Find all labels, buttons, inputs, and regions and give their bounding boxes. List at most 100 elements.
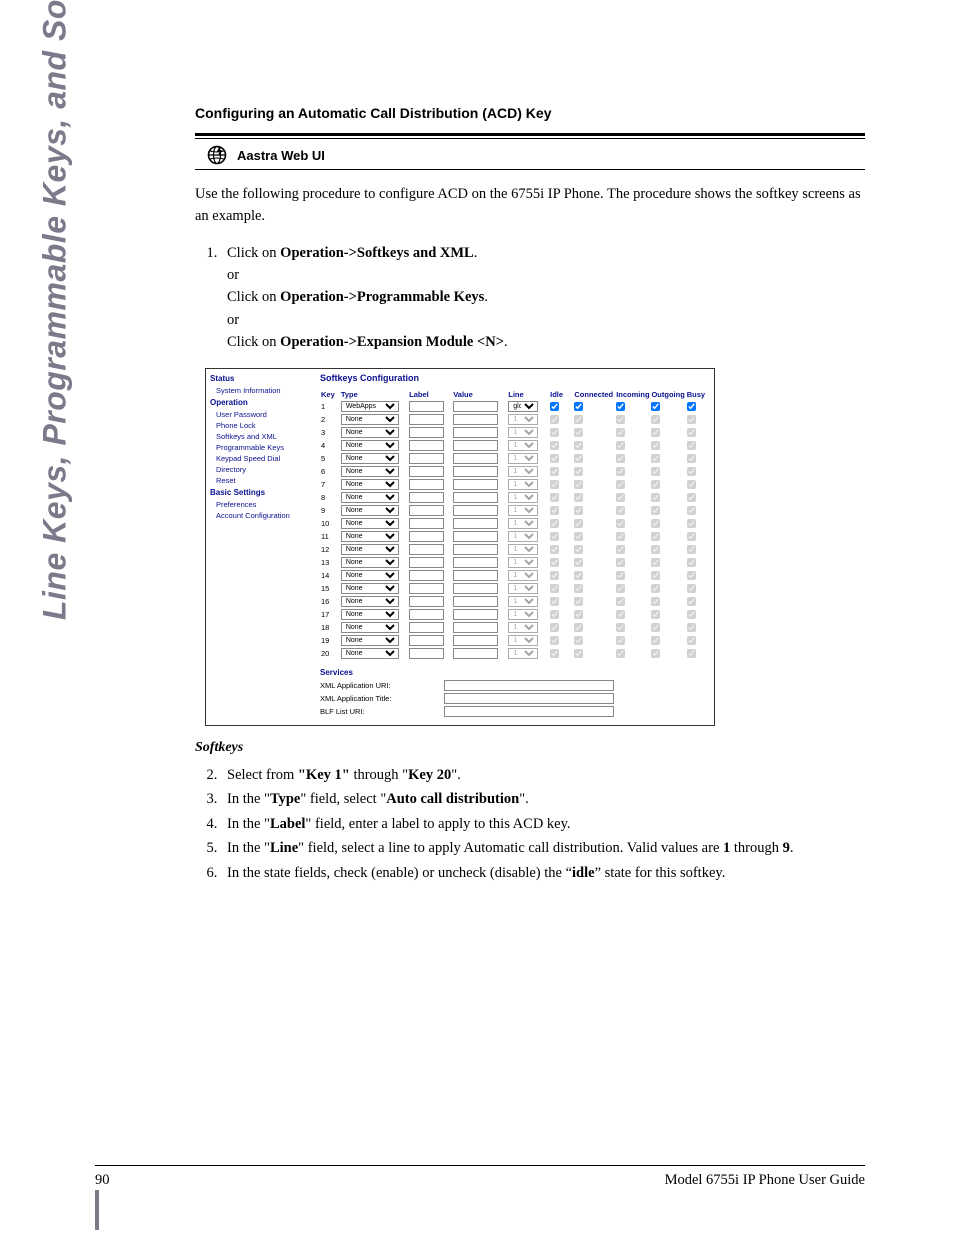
table-row: 14None1 [320, 569, 710, 582]
type-select[interactable]: None [341, 531, 399, 542]
connected-checkbox [574, 571, 583, 580]
connected-checkbox [574, 428, 583, 437]
type-select[interactable]: None [341, 505, 399, 516]
type-select[interactable]: None [341, 622, 399, 633]
value-input [453, 544, 498, 555]
key-cell: 7 [320, 478, 340, 491]
nav-link[interactable]: Softkeys and XML [210, 431, 316, 442]
line-select: 1 [508, 492, 538, 503]
type-select[interactable]: None [341, 466, 399, 477]
nav-link[interactable]: System Information [210, 385, 316, 396]
services-header: Services [320, 668, 710, 677]
label-input [409, 427, 444, 438]
table-row: 5None1 [320, 452, 710, 465]
connected-checkbox [574, 480, 583, 489]
outgoing-checkbox [651, 467, 660, 476]
outgoing-checkbox [651, 584, 660, 593]
line-select[interactable]: global [508, 401, 538, 412]
type-select[interactable]: None [341, 479, 399, 490]
busy-checkbox[interactable] [687, 402, 696, 411]
incoming-checkbox [616, 649, 625, 658]
nav-link[interactable]: Keypad Speed Dial [210, 453, 316, 464]
idle-checkbox [550, 623, 559, 632]
label-input [409, 479, 444, 490]
idle-checkbox [550, 519, 559, 528]
incoming-checkbox [616, 571, 625, 580]
line-select: 1 [508, 570, 538, 581]
nav-link[interactable]: Account Configuration [210, 510, 316, 521]
type-select[interactable]: None [341, 427, 399, 438]
type-select[interactable]: None [341, 492, 399, 503]
service-label: BLF List URI: [320, 707, 440, 716]
type-select[interactable]: WebApps [341, 401, 399, 412]
outgoing-checkbox [651, 506, 660, 515]
key-cell: 2 [320, 413, 340, 426]
connected-checkbox[interactable] [574, 402, 583, 411]
service-row: BLF List URI: [320, 706, 710, 717]
service-input[interactable] [444, 693, 614, 704]
table-row: 11None1 [320, 530, 710, 543]
type-select[interactable]: None [341, 648, 399, 659]
idle-checkbox [550, 493, 559, 502]
type-select[interactable]: None [341, 440, 399, 451]
type-select[interactable]: None [341, 635, 399, 646]
nav-link[interactable]: Directory [210, 464, 316, 475]
value-input [453, 518, 498, 529]
type-select[interactable]: None [341, 518, 399, 529]
busy-checkbox [687, 623, 696, 632]
table-row: 1WebAppsglobal [320, 400, 710, 413]
table-row: 13None1 [320, 556, 710, 569]
webui-main-title: Softkeys Configuration [320, 373, 710, 383]
service-input[interactable] [444, 706, 614, 717]
outgoing-checkbox [651, 649, 660, 658]
outgoing-checkbox [651, 454, 660, 463]
label-input [409, 635, 444, 646]
nav-link[interactable]: Phone Lock [210, 420, 316, 431]
type-select[interactable]: None [341, 583, 399, 594]
type-select[interactable]: None [341, 557, 399, 568]
rule-bottom [195, 169, 865, 170]
label-input[interactable] [409, 401, 444, 412]
webui-nav: Status System Information Operation User… [206, 369, 316, 725]
type-select[interactable]: None [341, 570, 399, 581]
type-select[interactable]: None [341, 609, 399, 620]
outgoing-checkbox [651, 415, 660, 424]
table-row: 16None1 [320, 595, 710, 608]
value-input[interactable] [453, 401, 498, 412]
incoming-checkbox [616, 623, 625, 632]
nav-link[interactable]: Programmable Keys [210, 442, 316, 453]
type-select[interactable]: None [341, 596, 399, 607]
type-select[interactable]: None [341, 544, 399, 555]
softkeys-subheading: Softkeys [195, 740, 865, 756]
softkeys-table: KeyTypeLabelValueLineIdleConnectedIncomi… [320, 389, 710, 660]
incoming-checkbox[interactable] [616, 402, 625, 411]
outgoing-checkbox [651, 636, 660, 645]
nav-operation-header: Operation [210, 398, 316, 407]
label-input [409, 570, 444, 581]
line-select: 1 [508, 453, 538, 464]
busy-checkbox [687, 480, 696, 489]
globe-icon [207, 145, 227, 165]
busy-checkbox [687, 415, 696, 424]
service-input[interactable] [444, 680, 614, 691]
idle-checkbox [550, 558, 559, 567]
type-select[interactable]: None [341, 453, 399, 464]
column-header: Type [340, 389, 408, 400]
nav-link[interactable]: Reset [210, 475, 316, 486]
step-3: In the "Type" field, select "Auto call d… [221, 788, 865, 810]
busy-checkbox [687, 493, 696, 502]
connected-checkbox [574, 636, 583, 645]
nav-link[interactable]: Preferences [210, 499, 316, 510]
outgoing-checkbox[interactable] [651, 402, 660, 411]
idle-checkbox[interactable] [550, 402, 559, 411]
key-cell: 8 [320, 491, 340, 504]
value-input [453, 505, 498, 516]
busy-checkbox [687, 506, 696, 515]
key-cell: 6 [320, 465, 340, 478]
nav-link[interactable]: User Password [210, 409, 316, 420]
connected-checkbox [574, 597, 583, 606]
table-row: 19None1 [320, 634, 710, 647]
value-input [453, 427, 498, 438]
type-select[interactable]: None [341, 414, 399, 425]
footer-title: Model 6755i IP Phone User Guide [665, 1172, 865, 1189]
